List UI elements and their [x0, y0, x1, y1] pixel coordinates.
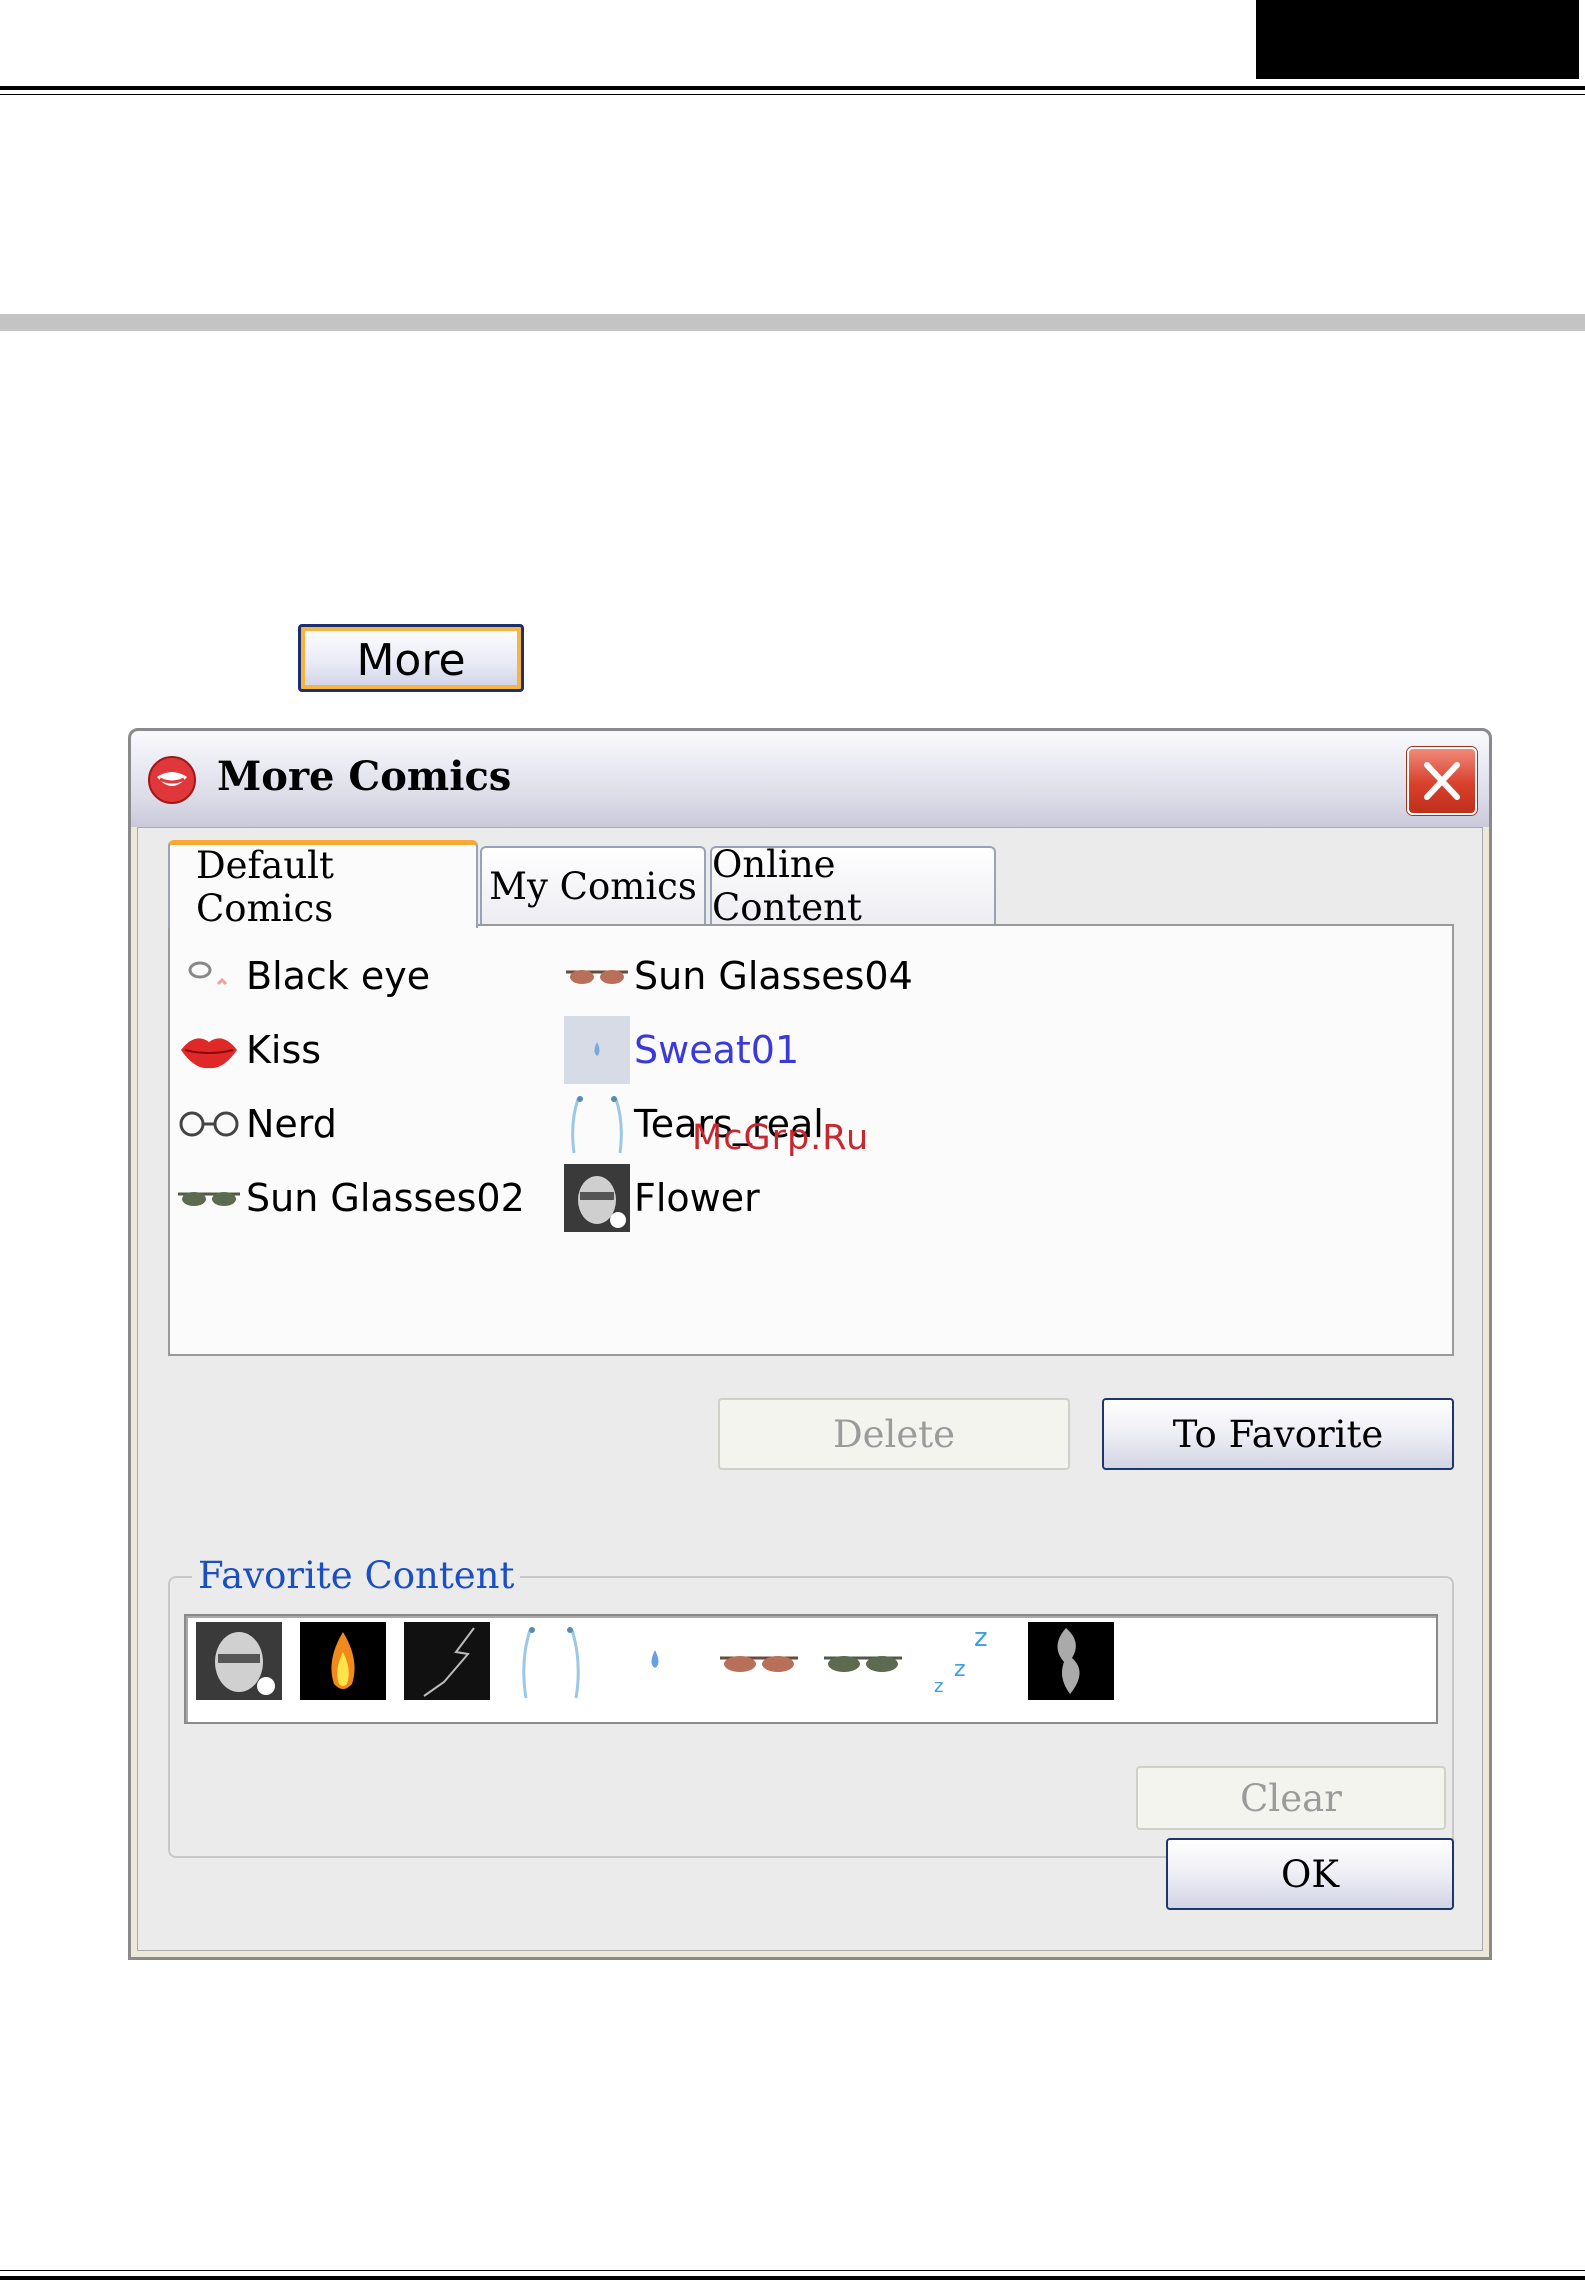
- comic-label: Flower: [634, 1176, 760, 1220]
- sunglasses-green-icon[interactable]: [820, 1622, 906, 1700]
- smoke-icon[interactable]: [1028, 1622, 1114, 1700]
- clear-button[interactable]: Clear: [1136, 1766, 1446, 1830]
- sweat-drop-icon[interactable]: [612, 1622, 698, 1700]
- watermark: McGrp.Ru: [692, 1118, 870, 1158]
- close-button[interactable]: [1407, 747, 1477, 815]
- list-item[interactable]: Nerd: [176, 1094, 337, 1154]
- list-item[interactable]: Sweat01: [564, 1016, 800, 1084]
- section-divider: [0, 314, 1585, 331]
- comic-label: Sun Glasses02: [246, 1176, 525, 1220]
- list-item[interactable]: Flower: [564, 1164, 760, 1232]
- comic-label: Kiss: [246, 1028, 322, 1072]
- list-item[interactable]: Black eye: [176, 946, 430, 1006]
- footer-rule-thin: [0, 2270, 1585, 2271]
- face-thumbnail-icon[interactable]: [196, 1622, 282, 1700]
- tab-default-comics[interactable]: Default Comics: [168, 840, 478, 930]
- dialog-client-area: Default Comics My Comics Online Content …: [137, 827, 1483, 1951]
- favorite-content-strip: zzz: [184, 1614, 1438, 1724]
- comic-label: Sun Glasses04: [634, 954, 913, 998]
- dialog-title: More Comics: [217, 753, 512, 800]
- tears-icon: [564, 1094, 630, 1154]
- comic-label: Sweat01: [634, 1028, 800, 1072]
- comic-label: Nerd: [246, 1102, 337, 1146]
- svg-text:z: z: [954, 1657, 966, 1682]
- to-favorite-button[interactable]: To Favorite: [1102, 1398, 1454, 1470]
- list-item[interactable]: Sun Glasses04: [564, 946, 913, 1006]
- comic-label: Black eye: [246, 954, 431, 998]
- face-thumbnail-icon: [564, 1164, 630, 1232]
- sunglasses-icon: [564, 946, 630, 1006]
- fire-icon[interactable]: [300, 1622, 386, 1700]
- sunglasses-red-icon[interactable]: [716, 1622, 802, 1700]
- sleep-zzz-icon[interactable]: zzz: [924, 1622, 1010, 1700]
- svg-text:z: z: [974, 1623, 988, 1653]
- black-eye-icon: [176, 946, 242, 1006]
- close-icon: [1424, 762, 1460, 800]
- ok-button[interactable]: OK: [1166, 1838, 1454, 1910]
- favorite-content-legend: Favorite Content: [192, 1554, 521, 1597]
- tears-icon[interactable]: [508, 1622, 594, 1700]
- svg-text:z: z: [934, 1676, 943, 1697]
- sweat-drop-icon: [564, 1016, 630, 1084]
- favorite-content-group: Favorite Content zzz Clear: [168, 1554, 1454, 1858]
- more-button[interactable]: More: [298, 624, 524, 692]
- list-item[interactable]: Kiss: [176, 1020, 321, 1080]
- sunglasses-icon: [176, 1168, 242, 1228]
- header-rule: [0, 86, 1585, 90]
- header-rule-thin: [0, 94, 1585, 95]
- app-lips-icon: [148, 756, 196, 804]
- tab-my-comics[interactable]: My Comics: [480, 846, 706, 924]
- tab-online-content[interactable]: Online Content: [710, 843, 996, 929]
- lips-icon: [176, 1020, 242, 1080]
- more-comics-dialog: More Comics Default Comics My Comics Onl…: [128, 728, 1492, 1960]
- list-item[interactable]: Sun Glasses02: [176, 1168, 525, 1228]
- title-bar[interactable]: More Comics: [131, 731, 1489, 827]
- footer-rule: [0, 2276, 1585, 2280]
- lightning-icon[interactable]: [404, 1622, 490, 1700]
- nerd-glasses-icon: [176, 1094, 242, 1154]
- header-black-block: [1256, 0, 1579, 79]
- delete-button[interactable]: Delete: [718, 1398, 1070, 1470]
